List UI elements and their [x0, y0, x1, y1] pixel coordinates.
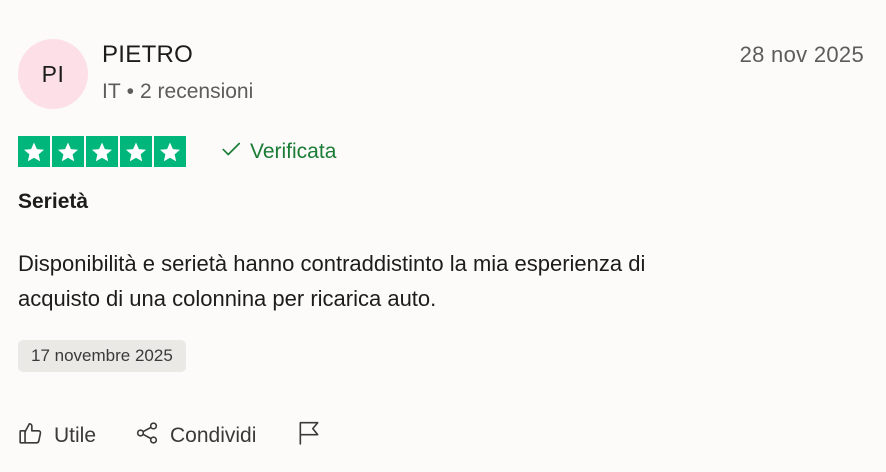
verified-badge[interactable]: Verificata	[220, 138, 336, 166]
review-body-line: acquisto di una colonnina per ricarica a…	[18, 286, 437, 311]
thumbs-up-icon	[18, 420, 44, 452]
review-body: Disponibilità e serietà hanno contraddis…	[18, 246, 838, 316]
review-actions: Utile Condividi	[18, 420, 322, 452]
report-button[interactable]	[296, 420, 322, 452]
reviewer-name[interactable]: PIETRO	[102, 41, 193, 69]
useful-label: Utile	[54, 424, 97, 447]
review-date: 28 nov 2025	[739, 42, 864, 67]
star-icon	[86, 136, 118, 167]
experience-date-badge: 17 novembre 2025	[18, 340, 186, 372]
checkmark-icon	[220, 138, 242, 166]
review-title: Serietà	[18, 190, 89, 213]
star-icon	[154, 136, 186, 167]
share-label: Condividi	[170, 424, 257, 447]
share-icon	[134, 420, 160, 452]
reviewer-country: IT	[102, 80, 121, 103]
verified-label: Verificata	[250, 140, 337, 163]
review-body-line: Disponibilità e serietà hanno contraddis…	[18, 251, 646, 276]
useful-button[interactable]: Utile	[18, 420, 96, 452]
experience-date: 17 novembre 2025	[31, 346, 173, 365]
star-icon	[52, 136, 84, 167]
avatar[interactable]: PI	[18, 39, 88, 109]
star-rating	[18, 136, 186, 167]
share-button[interactable]: Condividi	[134, 420, 256, 452]
reviewer-meta: IT • 2 recensioni	[102, 80, 253, 104]
flag-icon	[296, 420, 322, 452]
review-card: PI PIETRO IT • 2 recensioni 28 nov 2025 Ve…	[0, 0, 886, 472]
reviewer-review-count[interactable]: 2 recensioni	[140, 80, 253, 103]
star-icon	[120, 136, 152, 167]
meta-separator: •	[126, 80, 135, 103]
star-icon	[18, 136, 50, 167]
avatar-initials: PI	[41, 60, 65, 87]
